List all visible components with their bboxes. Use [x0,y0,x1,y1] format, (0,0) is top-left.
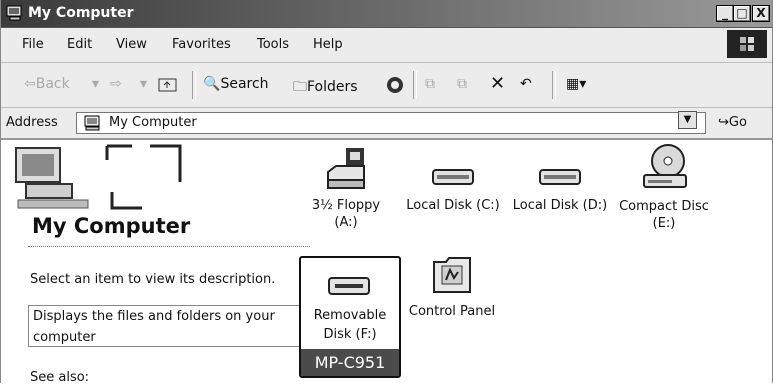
go-arrow-icon: ↪ [718,115,729,130]
floppy-label-1: 3½ Floppy [311,198,381,213]
description-line-2: computer [33,330,96,345]
control-panel-item[interactable]: Control Panel [402,252,502,320]
undo-button[interactable]: ↶ [520,76,532,92]
windows-logo-throbber [727,30,767,58]
windows-flag-icon [740,37,754,51]
menu-file[interactable]: File [22,37,44,52]
move-to-button[interactable]: ⧉ [425,76,435,92]
compact-disc-label-1: Compact Disc [619,199,709,214]
folders-button[interactable]: 🗀Folders [293,76,358,100]
close-button[interactable]: X [752,5,770,22]
maximize-button[interactable]: □ [733,5,751,22]
search-label: Search [220,76,269,92]
floppy-drive-icon [327,148,365,189]
cd-drive-icon [643,144,687,188]
go-label: Go [728,115,747,130]
folders-icon: 🗀 [293,79,307,95]
delete-button[interactable]: ✕ [490,73,505,94]
address-dropdown-button[interactable]: ▼ [678,111,697,129]
folders-label: Folders [307,79,358,95]
local-disk-d-label: Local Disk (D:) [512,198,608,213]
copy-to-button[interactable]: ⧉ [457,76,467,92]
local-disk-c-label: Local Disk (C:) [406,198,500,213]
removable-disk-icon [328,277,370,295]
menu-favorites[interactable]: Favorites [172,37,231,52]
my-computer-icon [6,5,22,21]
forward-dropdown-icon[interactable]: ▾ [140,76,147,92]
hard-disk-icon [432,169,474,185]
removable-label-2: Disk (F:) [323,327,377,342]
pane-divider [28,246,310,247]
menu-bar: File Edit View Favorites Tools Help [0,28,773,63]
undo-icon: ↶ [520,76,532,92]
search-icon: 🔍 [203,76,221,92]
back-label: Back [35,76,70,92]
removable-label-1: Removable [313,308,387,323]
description-box: Displays the files and folders on your c… [28,305,306,347]
my-computer-small-icon [84,115,100,131]
menu-help[interactable]: Help [313,37,343,52]
compact-disc-item[interactable]: Compact Disc (E:) [612,143,716,232]
description-line-1: Displays the files and folders on your [33,309,275,324]
floppy-label-2: (A:) [334,215,358,230]
views-dropdown-icon: ▾ [579,76,587,92]
menu-edit[interactable]: Edit [67,37,92,52]
title-bar[interactable]: My Computer _ □ X [0,0,773,28]
my-computer-banner-icon [15,144,182,210]
removable-disk-item[interactable]: Removable Disk (F:) MP-C951 [299,256,401,378]
device-model-badge: MP-C951 [301,349,399,376]
address-value: My Computer [109,115,197,130]
control-panel-folder-icon [433,257,471,293]
menu-view[interactable]: View [116,37,147,52]
compact-disc-label-2: (E:) [652,216,676,231]
views-grid-icon: ▦ [566,76,580,92]
history-button[interactable] [385,76,405,98]
address-input[interactable]: My Computer [76,112,706,134]
window-title: My Computer [28,5,134,21]
forward-button[interactable]: ⇨ [110,76,122,92]
pane-title: My Computer [32,214,191,238]
minimize-button[interactable]: _ [716,5,734,22]
toolbar-separator [413,71,417,99]
go-button[interactable]: ↪Go [718,115,747,130]
history-icon [387,77,403,93]
delete-x-icon: ✕ [490,73,506,94]
floppy-drive-item[interactable]: 3½ Floppy (A:) [300,146,392,231]
see-also-label: See also: [30,370,90,385]
up-folder-icon [158,78,177,92]
hard-disk-icon [539,169,581,185]
back-dropdown-icon[interactable]: ▾ [92,76,99,92]
address-label: Address [6,115,58,130]
search-button[interactable]: 🔍Search [203,76,269,92]
toolbar-separator [192,71,196,99]
standard-toolbar: ⇦Back ▾ ⇨ ▾ 🔍Search 🗀Folders ⧉ ⧉ ✕ ↶ ▦▾ [0,63,773,108]
select-prompt: Select an item to view its description. [30,272,276,287]
left-info-pane: My Computer Select an item to view its d… [12,140,312,385]
views-button[interactable]: ▦▾ [566,76,586,92]
explorer-window: My Computer _ □ X File Edit View Favorit… [0,0,773,385]
up-folder-button[interactable] [158,76,178,96]
back-button[interactable]: ⇦Back [24,76,70,92]
back-arrow-icon: ⇦ [24,76,36,92]
local-disk-d-item[interactable]: Local Disk (D:) [508,146,612,214]
chevron-down-icon: ▼ [683,114,692,125]
control-panel-label: Control Panel [408,304,496,319]
menu-tools[interactable]: Tools [257,37,289,52]
local-disk-c-item[interactable]: Local Disk (C:) [401,146,505,214]
address-bar: Address My Computer ▼ ↪Go [0,108,773,140]
toolbar-separator [552,71,556,99]
